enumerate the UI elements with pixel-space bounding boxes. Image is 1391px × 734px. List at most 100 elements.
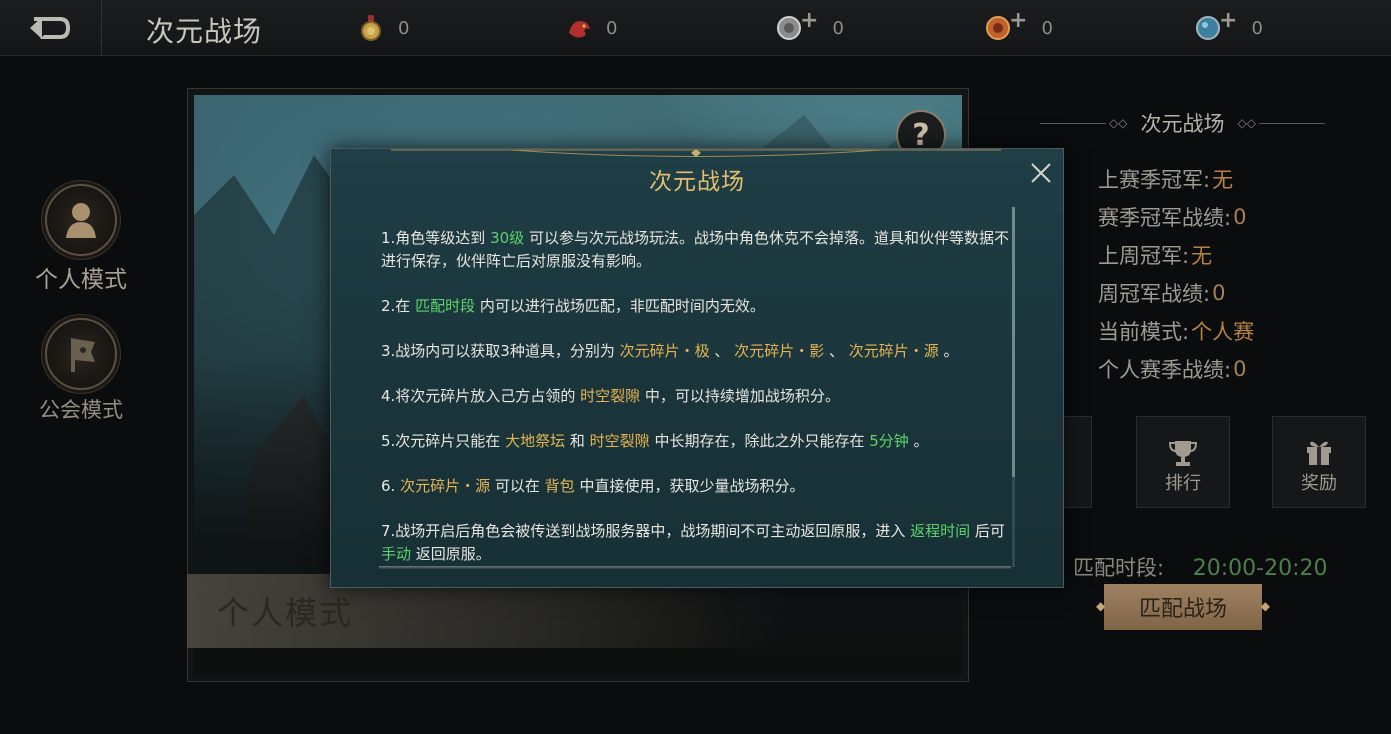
rule-highlight: 次元碎片・源: [400, 477, 491, 495]
diamond-ornament-icon: ◇◇: [1237, 116, 1256, 130]
rule-text: 中直接使用，获取少量战场积分。: [574, 477, 805, 495]
info-row-label: 当前模式:: [1098, 320, 1190, 344]
info-row: 当前模式: 个人赛: [1098, 312, 1254, 350]
info-row: 赛季冠军战绩: 0: [1098, 198, 1254, 236]
add-icon[interactable]: +: [1009, 8, 1027, 33]
info-row-label: 上周冠军:: [1098, 244, 1190, 268]
dialog-title: 次元战场: [649, 169, 745, 195]
currency-value: 0: [606, 17, 618, 39]
sidebar-item-personal-mode[interactable]: 个人模式: [30, 184, 132, 294]
info-row-label: 赛季冠军战绩:: [1098, 206, 1232, 230]
match-period-time: 20:00-20:20: [1192, 556, 1328, 581]
scrollbar-thumb[interactable]: [1012, 207, 1015, 477]
currency-value: 0: [398, 17, 410, 39]
rule-text: 、: [709, 342, 735, 360]
info-header: ◇◇ 次元战场 ◇◇: [1040, 108, 1325, 138]
info-row: 上赛季冠军: 无: [1098, 160, 1254, 198]
gold-medal-icon: [361, 15, 381, 41]
info-row-value: 无: [1212, 168, 1234, 192]
match-battlefield-button[interactable]: ◆ 匹配战场 ◆: [1096, 584, 1270, 630]
sidebar-item-label: 公会模式: [39, 398, 123, 422]
rule-highlight: 手动: [381, 545, 412, 563]
rule-text: 。: [938, 342, 959, 360]
info-row-label: 上赛季冠军:: [1098, 168, 1211, 192]
currency-value: 0: [1251, 17, 1263, 39]
sidebar-item-guild-mode[interactable]: 公会模式: [30, 318, 132, 424]
rule-highlight: 匹配时段: [415, 297, 476, 315]
info-list: 上赛季冠军: 无 赛季冠军战绩: 0 上周冠军: 无 周冠军战绩: 0 当前模式…: [1098, 160, 1254, 388]
divider: [1258, 122, 1325, 124]
back-arrow-icon: [29, 17, 70, 39]
currency-value: 0: [832, 17, 844, 39]
rule-paragraph: 2.在 匹配时段 内可以进行战场匹配，非匹配时间内无效。: [381, 295, 1011, 318]
bronze-coin-icon: [986, 16, 1010, 40]
rule-text: 、: [824, 342, 849, 360]
ornament-line-icon: [391, 149, 1001, 157]
rule-text: 。: [908, 432, 929, 450]
currency-bronze[interactable]: + 0: [985, 8, 1053, 46]
rule-paragraph: 5.次元碎片只能在 大地祭坛 和 时空裂隙 中长期存在，除此之外只能存在 5分钟…: [381, 430, 1011, 453]
rule-text: 3.战场内可以获取3种道具，分别为: [381, 342, 620, 360]
info-row-value: 0: [1212, 281, 1226, 305]
rule-text: 2.在: [381, 297, 416, 315]
currency-medal[interactable]: 0: [358, 10, 409, 46]
divider: [379, 566, 1011, 569]
rule-highlight: 大地祭坛: [505, 432, 566, 450]
rule-highlight: 次元碎片・影: [734, 342, 825, 360]
rule-highlight: 背包: [544, 477, 575, 495]
rule-text: 返回原服。: [411, 545, 491, 563]
scrollbar[interactable]: [1012, 207, 1015, 567]
info-row-value: 0: [1233, 357, 1247, 381]
ranking-label: 排行: [1165, 473, 1201, 494]
ranking-button[interactable]: 排行: [1136, 416, 1230, 508]
rule-highlight: 次元碎片・源: [848, 342, 939, 360]
rule-paragraph: 3.战场内可以获取3种道具，分别为 次元碎片・极 、 次元碎片・影 、 次元碎片…: [381, 340, 1011, 363]
rules-dialog: 次元战场 1.角色等级达到 30级 可以参与次元战场玩法。战场中角色休克不会掉落…: [330, 148, 1064, 588]
rule-highlight: 30级: [490, 229, 525, 247]
diamond-ornament-icon: ◇◇: [1109, 116, 1128, 130]
currency-orb[interactable]: + 0: [1195, 8, 1263, 46]
info-row-value: 0: [1233, 205, 1247, 229]
reward-button[interactable]: 奖励: [1272, 416, 1366, 508]
rule-paragraph: 1.角色等级达到 30级 可以参与次元战场玩法。战场中角色休克不会掉落。道具和伙…: [381, 227, 1011, 273]
rule-highlight: 时空裂隙: [580, 387, 641, 405]
rule-highlight: 次元碎片・极: [619, 342, 710, 360]
info-title: 次元战场: [1140, 112, 1225, 136]
rule-text: 7.战场开启后角色会被传送到战场服务器中，战场期间不可主动返回原服，进入: [381, 522, 911, 540]
divider: [1040, 122, 1107, 124]
add-icon[interactable]: +: [800, 8, 818, 33]
close-icon[interactable]: [1029, 161, 1053, 185]
page-title: 次元战场: [146, 15, 263, 48]
rule-paragraph: 6. 次元碎片・源 可以在 背包 中直接使用，获取少量战场积分。: [381, 475, 1011, 498]
match-button-label: 匹配战场: [1138, 597, 1227, 622]
top-bar: 次元战场 0 0 + 0 + 0 + 0: [0, 0, 1391, 56]
rule-text: 4.将次元碎片放入己方占领的: [381, 387, 581, 405]
diamond-ornament-icon: ◆: [1260, 599, 1270, 613]
silver-coin-icon: [777, 16, 801, 40]
blue-orb-icon: [1196, 16, 1220, 40]
person-icon: [45, 184, 117, 256]
rule-highlight: 时空裂隙: [589, 432, 650, 450]
currency-dragon[interactable]: 0: [566, 10, 617, 46]
mode-banner-label: 个人模式: [217, 594, 354, 632]
trophy-icon: [1168, 441, 1198, 466]
add-icon[interactable]: +: [1219, 8, 1237, 33]
rule-text: 1.角色等级达到: [381, 229, 491, 247]
rule-paragraph: 7.战场开启后角色会被传送到战场服务器中，战场期间不可主动返回原服，进入 返程时…: [381, 520, 1011, 566]
dialog-body: 1.角色等级达到 30级 可以参与次元战场玩法。战场中角色休克不会掉落。道具和伙…: [381, 227, 1011, 567]
info-row: 周冠军战绩: 0: [1098, 274, 1254, 312]
gift-icon: [1307, 441, 1331, 465]
rule-text: 后可: [970, 522, 1005, 540]
back-button[interactable]: [0, 0, 102, 56]
rule-highlight: 5分钟: [869, 432, 909, 450]
rule-text: 6.: [381, 477, 401, 495]
info-row-value: 个人赛: [1191, 320, 1255, 344]
rule-highlight: 返程时间: [910, 522, 971, 540]
sidebar-item-label: 个人模式: [35, 267, 127, 293]
diamond-ornament-icon: ◆: [1096, 599, 1106, 613]
currency-silver[interactable]: + 0: [776, 8, 844, 46]
guild-flag-icon: [45, 318, 117, 390]
rule-text: 中，可以持续增加战场积分。: [640, 387, 840, 405]
match-period-row: 匹配时段: 20:00-20:20: [1073, 552, 1328, 582]
rule-paragraph: 4.将次元碎片放入己方占领的 时空裂隙 中，可以持续增加战场积分。: [381, 385, 1011, 408]
